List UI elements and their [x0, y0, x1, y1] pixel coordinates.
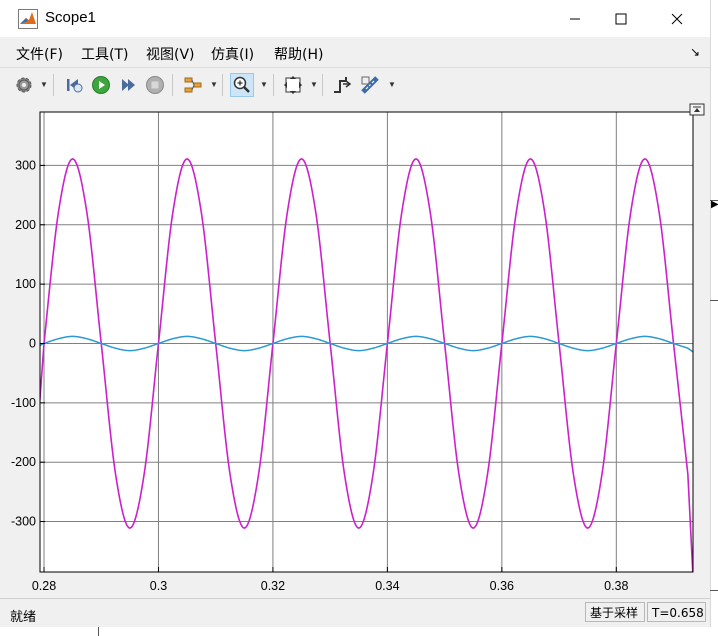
triggers-button[interactable] [330, 73, 354, 97]
toolbar-separator [322, 74, 323, 96]
y-tick-label: -100 [11, 396, 36, 410]
y-tick-label: 200 [15, 218, 36, 232]
status-text: 就绪 [10, 610, 37, 625]
step-back-button[interactable] [62, 73, 86, 97]
cursor-measurements-icon [361, 76, 379, 94]
run-button[interactable] [89, 73, 113, 97]
zoom-icon [233, 76, 250, 93]
stop-icon [146, 76, 164, 94]
zoom-dropdown-icon[interactable]: ▼ [260, 80, 268, 89]
triggers-icon [334, 77, 352, 93]
x-tick-label: 0.32 [261, 579, 285, 593]
x-tick-label: 0.36 [490, 579, 514, 593]
menu-bar: 文件(F) 工具(T) 视图(V) 仿真(I) 帮助(H) ↘ [0, 37, 710, 66]
minimize-icon [570, 18, 580, 19]
menu-view[interactable]: 视图(V) [146, 44, 195, 64]
scope-axes[interactable]: 0.28 0.3 0.32 0.34 0.36 0.38 -300 -200 -100 0 100 2… [0, 102, 710, 598]
maximize-icon [615, 13, 627, 24]
highlight-dropdown-icon[interactable]: ▼ [210, 80, 218, 89]
minimize-button[interactable] [552, 0, 598, 37]
y-tick-label: 300 [15, 158, 36, 172]
toolbar: ▼ ▼ ▼ ▼ ▼ [0, 67, 710, 103]
x-tick-label: 0.38 [604, 579, 628, 593]
fit-to-view-button[interactable] [281, 73, 305, 97]
measurements-dropdown-icon[interactable]: ▼ [388, 80, 396, 89]
scope-plot-area: 0.28 0.3 0.32 0.34 0.36 0.38 -300 -200 -100 0 100 2… [0, 102, 710, 598]
stop-button[interactable] [143, 73, 167, 97]
highlight-signal-icon [184, 77, 202, 93]
toolbar-separator [172, 74, 173, 96]
y-tick-label: 0 [29, 336, 36, 350]
y-tick-label: -200 [11, 455, 36, 469]
highlight-signal-button[interactable] [181, 73, 205, 97]
undock-axes-button[interactable] [689, 103, 705, 116]
toolbar-separator [222, 74, 223, 96]
settings-dropdown-icon[interactable]: ▼ [40, 80, 48, 89]
run-icon [92, 76, 110, 94]
matlab-icon [18, 9, 38, 29]
step-back-icon [67, 79, 83, 93]
window-title: Scope1 [45, 9, 96, 26]
step-forward-button[interactable] [116, 73, 140, 97]
axes-background [40, 112, 693, 572]
zoom-button[interactable] [230, 73, 254, 97]
sample-mode-indicator: 基于采样 [585, 602, 645, 622]
menu-simulation[interactable]: 仿真(I) [211, 44, 254, 64]
fit-to-view-icon [284, 76, 302, 94]
menu-help[interactable]: 帮助(H) [274, 44, 323, 64]
toolbar-separator [53, 74, 54, 96]
y-tick-label: 100 [15, 277, 36, 291]
maximize-button[interactable] [598, 0, 644, 37]
status-bar: 就绪 基于采样 T=0.658 [0, 598, 710, 627]
cursor-measurements-button[interactable] [358, 73, 382, 97]
dock-arrow-icon[interactable]: ↘ [690, 45, 700, 59]
x-tick-label: 0.28 [32, 579, 56, 593]
toolbar-separator [273, 74, 274, 96]
menu-file[interactable]: 文件(F) [16, 44, 63, 64]
x-tick-label: 0.34 [375, 579, 399, 593]
menu-tools[interactable]: 工具(T) [81, 44, 128, 64]
title-bar[interactable]: Scope1 [0, 0, 710, 37]
step-forward-icon [122, 79, 135, 91]
background-arrow-icon: ▶ [711, 199, 718, 210]
simulation-time: T=0.658 [647, 602, 706, 622]
background-window-edge [710, 300, 718, 301]
background-window-edge [710, 590, 718, 591]
scope-window: Scope1 文件(F) 工具(T) 视图(V) 仿真(I) 帮助(H) ↘ ▼ [0, 0, 711, 627]
fit-dropdown-icon[interactable]: ▼ [310, 80, 318, 89]
settings-button[interactable] [12, 73, 36, 97]
close-icon [671, 13, 683, 24]
background-window-edge [98, 627, 99, 636]
close-button[interactable] [654, 0, 700, 37]
y-tick-label: -300 [11, 515, 36, 529]
settings-gear-icon [16, 77, 32, 93]
x-tick-label: 0.3 [150, 579, 167, 593]
